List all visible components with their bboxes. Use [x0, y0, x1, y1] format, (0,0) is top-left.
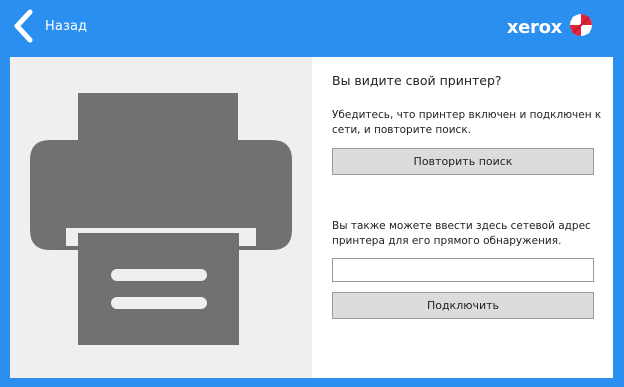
brand-logo: xerox [507, 12, 594, 42]
app-window: Назад xerox Вы видите свой принтер? Убед… [0, 0, 624, 387]
back-button[interactable]: Назад [12, 8, 87, 44]
retry-instructions: Убедитесь, что принтер включен и подключ… [332, 109, 602, 136]
printer-address-input[interactable] [332, 258, 594, 282]
printer-icon [30, 93, 292, 345]
content-panel: Вы видите свой принтер? Убедитесь, что п… [10, 57, 613, 378]
brand-wordmark: xerox [506, 16, 562, 38]
page-title: Вы видите свой принтер? [332, 73, 502, 88]
xerox-sphere-icon [568, 12, 594, 42]
chevron-left-icon [12, 9, 36, 43]
connect-button[interactable]: Подключить [332, 292, 594, 319]
address-instructions: Вы также можете ввести здесь сетевой адр… [332, 220, 591, 247]
printer-illustration [10, 57, 312, 378]
back-label: Назад [45, 18, 88, 34]
search-help-section: Вы видите свой принтер? Убедитесь, что п… [332, 57, 604, 378]
retry-search-button[interactable]: Повторить поиск [332, 148, 594, 175]
